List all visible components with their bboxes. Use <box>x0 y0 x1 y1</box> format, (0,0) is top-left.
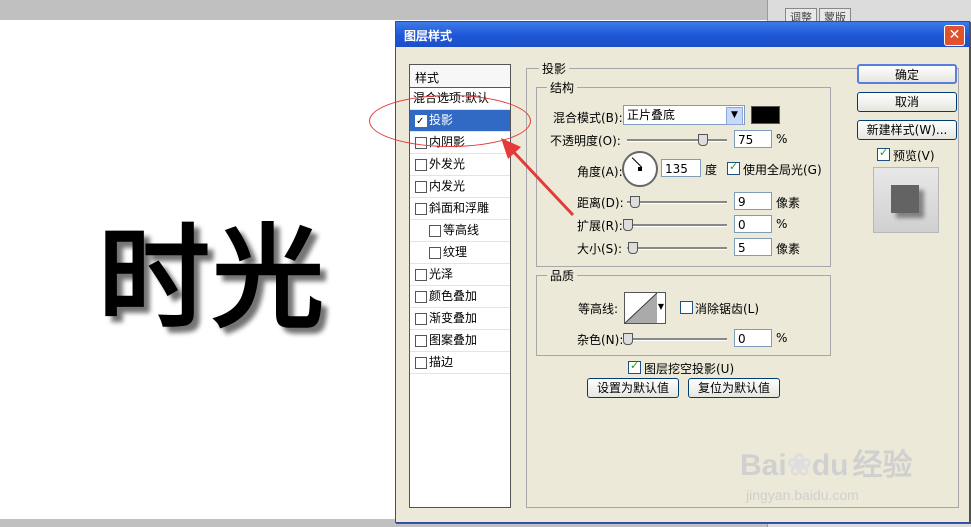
style-item-checkbox[interactable] <box>415 291 427 303</box>
style-item-label: 外发光 <box>429 157 466 171</box>
preview-checkbox[interactable] <box>877 146 890 161</box>
opacity-slider-thumb[interactable] <box>698 134 708 146</box>
structure-title: 结构 <box>547 79 578 96</box>
style-item-checkbox[interactable] <box>415 357 427 369</box>
blend-mode-value: 正片叠底 <box>627 108 676 122</box>
noise-unit: % <box>776 331 788 345</box>
make-default-button[interactable]: 设置为默认值 <box>587 378 679 398</box>
style-item-label: 图案叠加 <box>429 333 478 347</box>
watermark-cn: 经验 <box>852 449 913 482</box>
spread-input[interactable]: 0 <box>734 215 772 233</box>
opacity-unit: % <box>776 132 788 146</box>
preview-swatch <box>891 185 919 213</box>
preview-thumbnail <box>873 167 939 233</box>
distance-unit: 像素 <box>776 196 801 210</box>
style-item[interactable]: 描边 <box>410 352 510 374</box>
watermark-logo: Bai❀du 经验 <box>740 440 912 484</box>
angle-input[interactable]: 135 <box>661 159 701 177</box>
contour-picker[interactable]: ▼ <box>624 292 666 324</box>
watermark-brand-2: du <box>811 449 849 482</box>
style-item-label: 斜面和浮雕 <box>429 201 490 215</box>
style-item-label: 颜色叠加 <box>429 289 478 303</box>
style-item-checkbox[interactable] <box>415 269 427 281</box>
chevron-down-icon: ▼ <box>726 107 743 125</box>
new-style-button[interactable]: 新建样式(W)... <box>857 120 957 140</box>
use-global-light-label: 使用全局光(G) <box>743 163 822 177</box>
ok-button[interactable]: 确定 <box>857 64 957 84</box>
distance-slider[interactable] <box>627 201 727 204</box>
opacity-slider[interactable] <box>627 139 727 142</box>
size-input[interactable]: 5 <box>734 238 772 256</box>
watermark-url: jingyan.baidu.com <box>746 487 859 503</box>
blend-mode-label: 混合模式(B): <box>553 111 623 125</box>
size-unit: 像素 <box>776 242 801 256</box>
quality-title: 品质 <box>547 267 578 284</box>
knockout-label: 图层挖空投影(U) <box>644 362 735 376</box>
spread-slider[interactable] <box>627 224 727 227</box>
preview-label: 预览(V) <box>893 149 935 163</box>
style-item-checkbox[interactable] <box>415 159 427 171</box>
style-item-label: 描边 <box>429 355 454 369</box>
style-item-checkbox[interactable] <box>429 225 441 237</box>
dialog-title: 图层样式 <box>404 29 453 43</box>
style-item-label: 纹理 <box>443 245 468 259</box>
reset-default-button[interactable]: 复位为默认值 <box>688 378 780 398</box>
size-slider[interactable] <box>627 247 727 250</box>
right-panel-tabs: 调整 蒙版 <box>785 8 853 25</box>
contour-curve-icon <box>625 293 657 323</box>
distance-slider-thumb[interactable] <box>630 196 640 208</box>
anti-alias-checkbox[interactable] <box>680 301 693 314</box>
style-item-label: 光泽 <box>429 267 454 281</box>
style-item[interactable]: 颜色叠加 <box>410 286 510 308</box>
angle-unit: 度 <box>705 163 718 177</box>
anti-alias-label: 消除锯齿(L) <box>695 302 760 316</box>
style-item-label: 等高线 <box>443 223 480 237</box>
spread-slider-thumb[interactable] <box>623 219 633 231</box>
spread-unit: % <box>776 217 788 231</box>
noise-label: 杂色(N): <box>577 333 624 347</box>
contour-label: 等高线: <box>578 302 619 316</box>
style-item[interactable]: 渐变叠加 <box>410 308 510 330</box>
watermark-brand: Bai <box>740 449 787 482</box>
angle-dial-center <box>638 167 642 171</box>
drop-shadow-title: 投影 <box>539 60 570 77</box>
style-item-label: 渐变叠加 <box>429 311 478 325</box>
shadow-color-swatch[interactable] <box>751 106 780 124</box>
dialog-titlebar[interactable]: 图层样式 ✕ <box>396 22 969 47</box>
noise-input[interactable]: 0 <box>734 329 772 347</box>
angle-dial[interactable] <box>622 151 658 187</box>
canvas-text: 时光 <box>98 214 326 344</box>
knockout-checkbox[interactable] <box>628 359 641 374</box>
style-item-checkbox[interactable] <box>429 247 441 259</box>
blend-mode-select[interactable]: 正片叠底 ▼ <box>623 105 745 125</box>
canvas-top-strip <box>0 0 775 20</box>
style-item[interactable]: 纹理 <box>410 242 510 264</box>
distance-input[interactable]: 9 <box>734 192 772 210</box>
paw-icon: ❀ <box>786 449 812 482</box>
use-global-light-checkbox[interactable] <box>727 160 740 175</box>
noise-slider[interactable] <box>627 338 727 341</box>
style-item[interactable]: 光泽 <box>410 264 510 286</box>
noise-slider-thumb[interactable] <box>623 333 633 345</box>
quality-group: 品质 等高线: ▼ 消除锯齿(L) 杂色(N): 0 % <box>536 267 831 356</box>
contour-dropdown-icon[interactable]: ▼ <box>658 302 664 311</box>
style-item-checkbox[interactable] <box>415 335 427 347</box>
size-label: 大小(S): <box>577 242 623 256</box>
style-item-checkbox[interactable] <box>415 313 427 325</box>
styles-header[interactable]: 样式 <box>410 65 510 88</box>
style-item-checkbox[interactable] <box>415 203 427 215</box>
size-slider-thumb[interactable] <box>628 242 638 254</box>
close-button[interactable]: ✕ <box>944 25 965 46</box>
style-item-checkbox[interactable] <box>415 181 427 193</box>
cancel-button[interactable]: 取消 <box>857 92 957 112</box>
styles-header-label: 样式 <box>415 71 440 85</box>
style-item[interactable]: 图案叠加 <box>410 330 510 352</box>
style-item-label: 内发光 <box>429 179 466 193</box>
annotation-arrow-icon <box>501 138 575 217</box>
opacity-input[interactable]: 75 <box>734 130 772 148</box>
